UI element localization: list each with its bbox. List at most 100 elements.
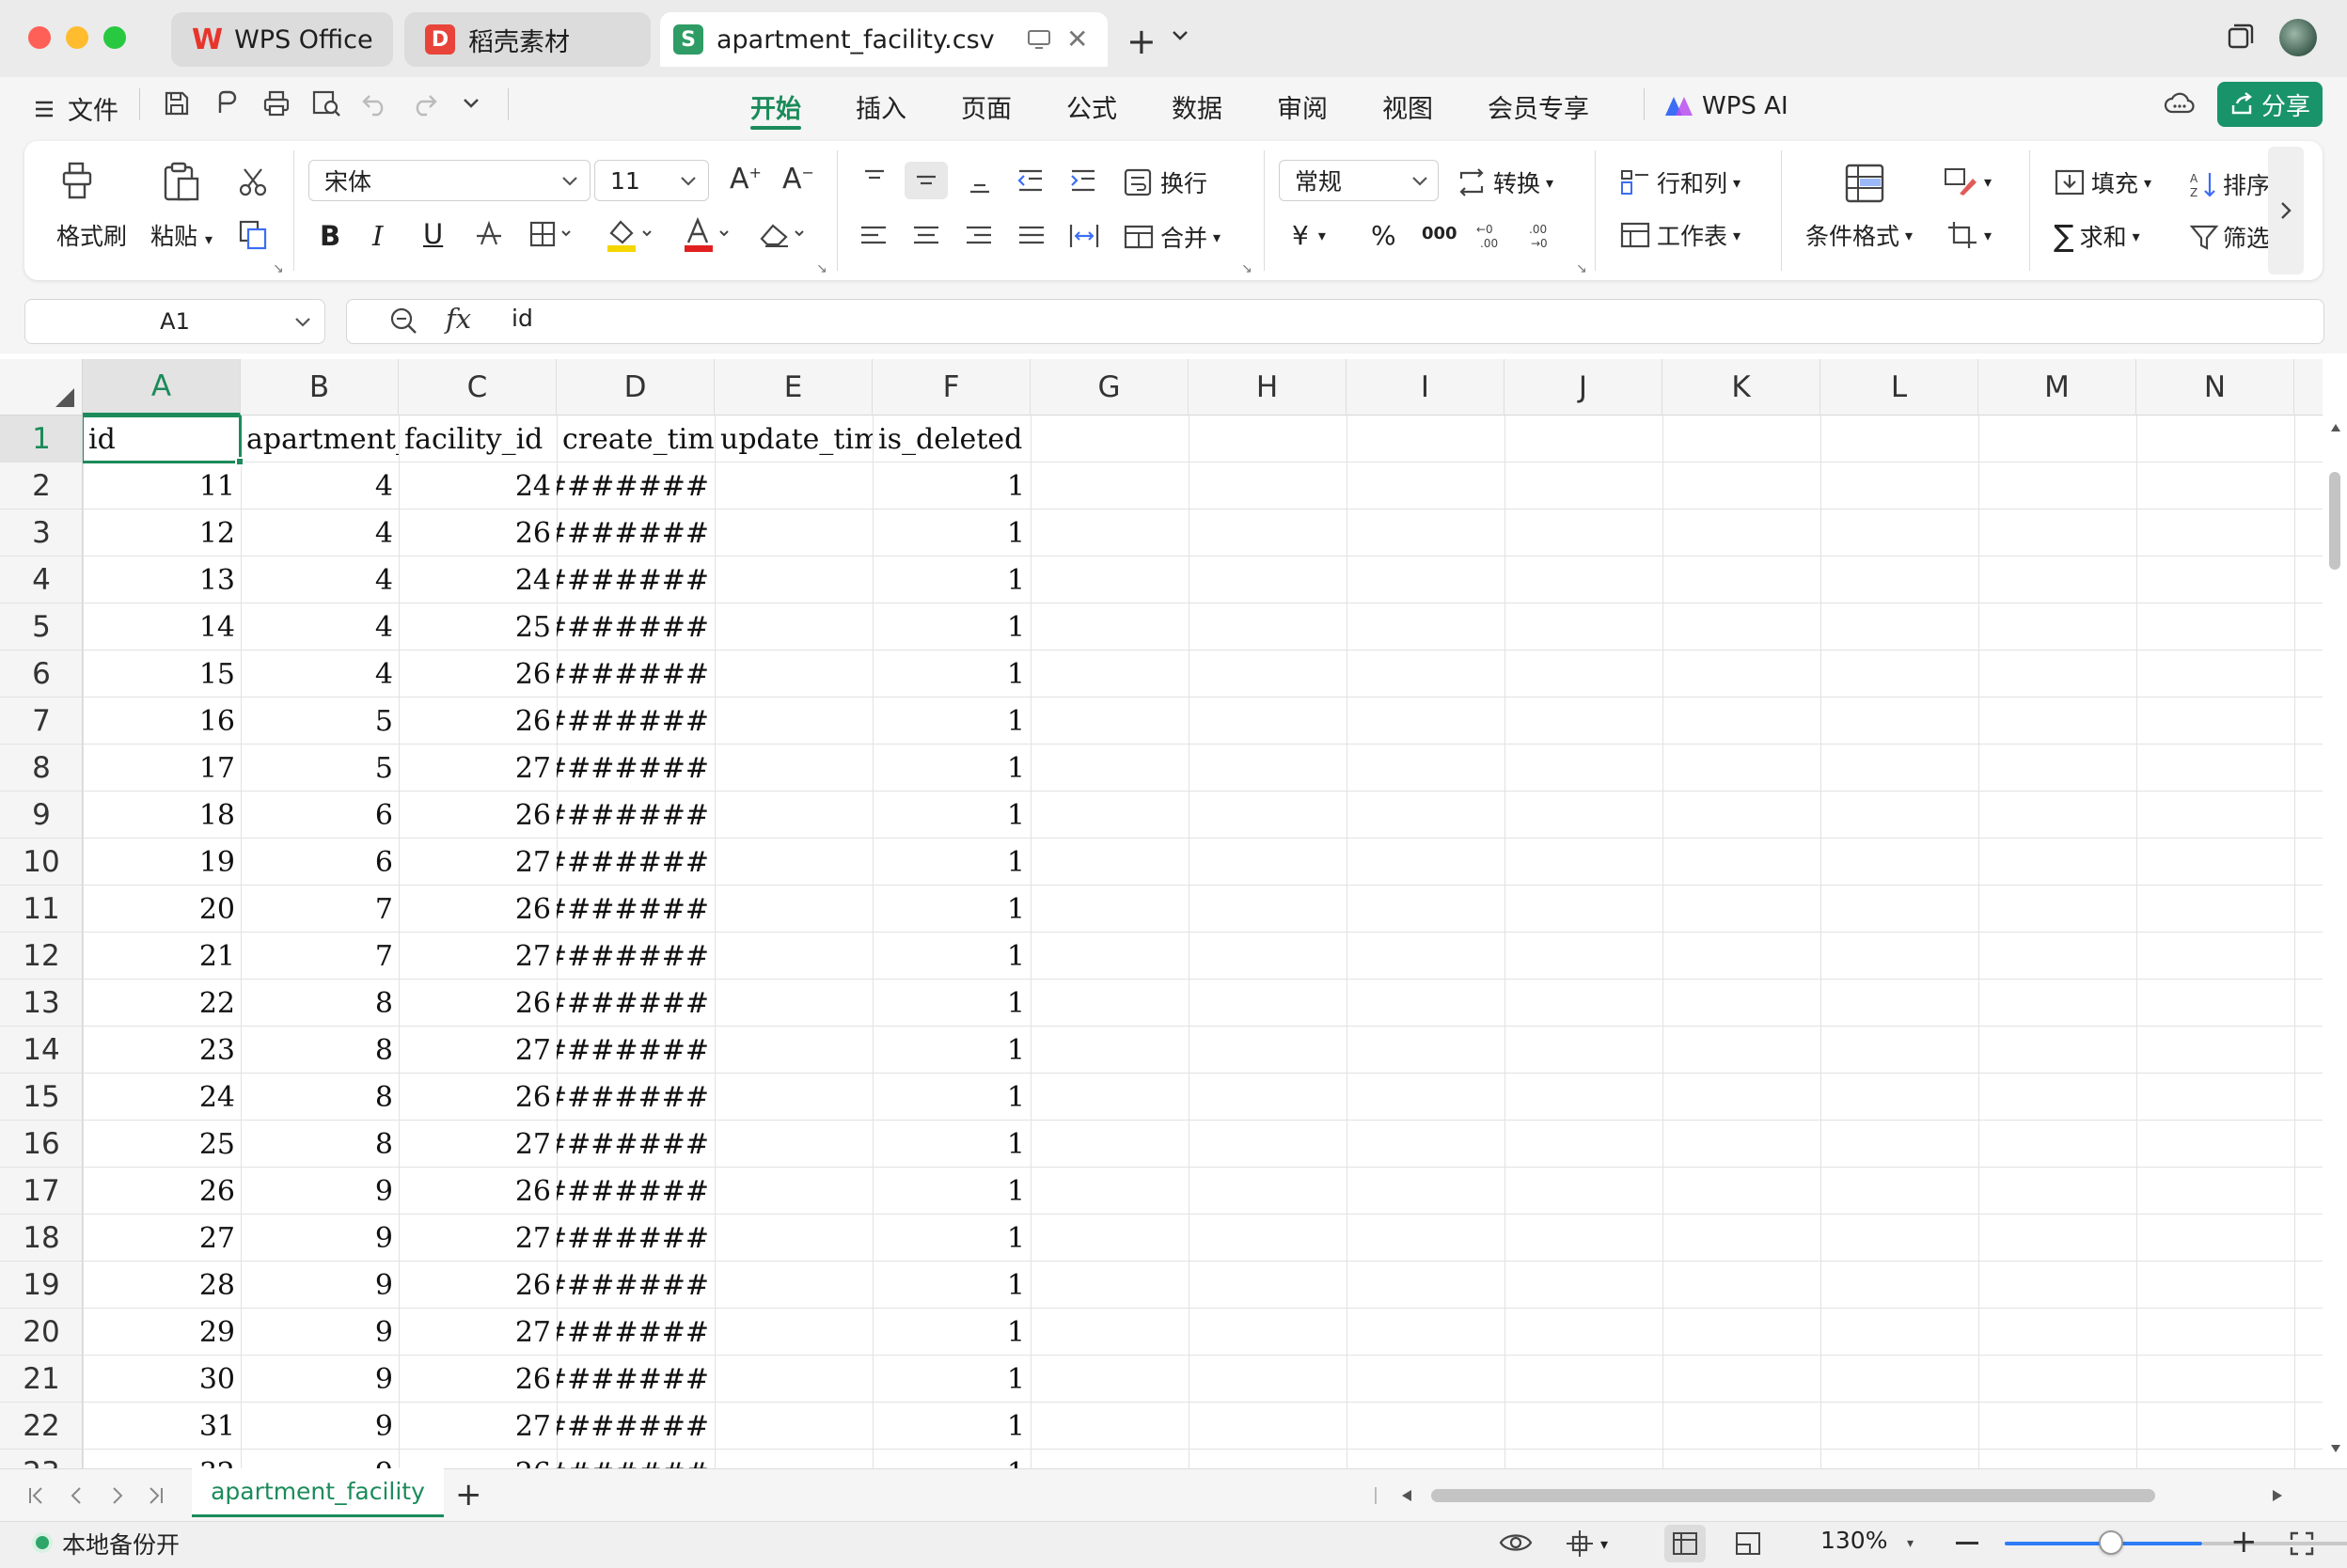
font-dialog-launcher-icon[interactable]: ↘ <box>816 261 827 276</box>
tab-data[interactable]: 数据 <box>1172 85 1222 128</box>
print-icon[interactable] <box>261 88 291 118</box>
header-cell-c[interactable]: facility_id <box>399 416 557 463</box>
number-dialog-launcher-icon[interactable]: ↘ <box>1576 261 1587 276</box>
file-menu-button[interactable]: 文件 <box>34 90 118 127</box>
row-header-3[interactable]: 3 <box>0 510 82 557</box>
convert-button[interactable]: 转换 ▾ <box>1456 165 1553 199</box>
cell-b21[interactable]: 9 <box>241 1356 399 1403</box>
row-header-2[interactable]: 2 <box>0 463 82 510</box>
format-painter-icon[interactable] <box>56 160 98 203</box>
cell-a10[interactable]: 19 <box>83 839 241 886</box>
undo-icon[interactable] <box>361 90 389 117</box>
cell-b22[interactable]: 9 <box>241 1403 399 1450</box>
formula-content[interactable]: id <box>512 305 533 332</box>
cell-c16[interactable]: 27 <box>399 1121 557 1168</box>
cell-f20[interactable]: 1 <box>873 1309 1031 1356</box>
row-header-16[interactable]: 16 <box>0 1121 82 1168</box>
tab-page[interactable]: 页面 <box>961 85 1012 128</box>
print-preview-icon[interactable] <box>310 88 342 118</box>
local-backup-status[interactable]: 本地备份开 <box>62 1527 180 1560</box>
cell-d22[interactable]: ####### <box>557 1403 715 1450</box>
quick-access-chevron-down-icon[interactable] <box>463 98 480 109</box>
row-header-1[interactable]: 1 <box>0 416 82 463</box>
underline-button[interactable]: U <box>423 218 443 250</box>
header-cell-f[interactable]: is_deleted <box>873 416 1031 463</box>
cell-d16[interactable]: ####### <box>557 1121 715 1168</box>
cell-b9[interactable]: 6 <box>241 792 399 839</box>
tab-view[interactable]: 视图 <box>1382 85 1433 128</box>
crop-table-button[interactable]: ▾ <box>1946 220 1992 250</box>
insert-function-fx-button[interactable]: fx <box>446 303 471 335</box>
cell-f3[interactable]: 1 <box>873 510 1031 557</box>
cell-b8[interactable]: 5 <box>241 745 399 792</box>
cell-a20[interactable]: 29 <box>83 1309 241 1356</box>
cell-c17[interactable]: 26 <box>399 1168 557 1215</box>
column-header-e[interactable]: E <box>715 359 873 416</box>
cell-a18[interactable]: 27 <box>83 1215 241 1262</box>
cell-f5[interactable]: 1 <box>873 604 1031 651</box>
cell-b14[interactable]: 8 <box>241 1027 399 1074</box>
cell-b12[interactable]: 7 <box>241 933 399 980</box>
sort-button[interactable]: AZ 排序 <box>2189 165 2268 203</box>
row-header-20[interactable]: 20 <box>0 1309 82 1356</box>
bold-button[interactable]: B <box>320 220 340 252</box>
row-header-17[interactable]: 17 <box>0 1168 82 1215</box>
column-header-m[interactable]: M <box>1978 359 2136 416</box>
cell-d5[interactable]: ####### <box>557 604 715 651</box>
cell-f11[interactable]: 1 <box>873 886 1031 933</box>
cell-a8[interactable]: 17 <box>83 745 241 792</box>
zoom-formula-icon[interactable] <box>387 305 419 337</box>
zoom-slider-handle[interactable] <box>2099 1530 2123 1555</box>
cell-c23[interactable]: 26 <box>399 1450 557 1469</box>
tab-wps-office[interactable]: W WPS Office <box>171 12 393 67</box>
vertical-scroll-thumb[interactable] <box>2329 472 2340 570</box>
cell-a7[interactable]: 16 <box>83 698 241 745</box>
strikethrough-icon[interactable] <box>474 220 504 248</box>
decrease-font-size-icon[interactable]: A− <box>782 165 814 194</box>
maximize-window-button[interactable] <box>103 26 126 49</box>
header-cell-e[interactable]: update_tim <box>715 416 873 463</box>
cell-c13[interactable]: 26 <box>399 980 557 1027</box>
cell-f13[interactable]: 1 <box>873 980 1031 1027</box>
cell-b2[interactable]: 4 <box>241 463 399 510</box>
cell-b11[interactable]: 7 <box>241 886 399 933</box>
cell-a15[interactable]: 24 <box>83 1074 241 1121</box>
cell-d12[interactable]: ####### <box>557 933 715 980</box>
cell-a21[interactable]: 30 <box>83 1356 241 1403</box>
cell-d3[interactable]: ####### <box>557 510 715 557</box>
close-window-button[interactable] <box>28 26 51 49</box>
cell-a12[interactable]: 21 <box>83 933 241 980</box>
cell-f17[interactable]: 1 <box>873 1168 1031 1215</box>
export-pdf-icon[interactable] <box>213 88 243 118</box>
cell-c9[interactable]: 26 <box>399 792 557 839</box>
column-header-a[interactable]: A <box>83 359 241 416</box>
justify-icon[interactable] <box>1017 224 1046 250</box>
hscroll-splitter[interactable] <box>1375 1487 1377 1504</box>
row-header-15[interactable]: 15 <box>0 1074 82 1121</box>
cell-grid[interactable]: id apartment_ facility_id create_time update… <box>83 416 2323 1468</box>
formula-input-box[interactable] <box>346 299 2324 344</box>
row-header-7[interactable]: 7 <box>0 698 82 745</box>
row-header-12[interactable]: 12 <box>0 933 82 980</box>
row-header-4[interactable]: 4 <box>0 557 82 604</box>
cell-b15[interactable]: 8 <box>241 1074 399 1121</box>
cell-c19[interactable]: 26 <box>399 1262 557 1309</box>
eye-protection-icon[interactable] <box>1499 1530 1533 1555</box>
align-right-icon[interactable] <box>965 224 993 250</box>
tab-member[interactable]: 会员专享 <box>1488 85 1589 128</box>
column-header-l[interactable]: L <box>1820 359 1978 416</box>
row-header-6[interactable]: 6 <box>0 651 82 698</box>
decrease-decimal-icon[interactable]: .00 →0 <box>1525 220 1557 250</box>
align-left-icon[interactable] <box>859 224 888 250</box>
cell-d15[interactable]: ####### <box>557 1074 715 1121</box>
zoom-slider-track[interactable] <box>2202 1542 2347 1545</box>
cell-c20[interactable]: 27 <box>399 1309 557 1356</box>
cell-a6[interactable]: 15 <box>83 651 241 698</box>
cell-a17[interactable]: 26 <box>83 1168 241 1215</box>
cell-style-button[interactable]: ▾ <box>1943 165 1992 197</box>
cell-d14[interactable]: ####### <box>557 1027 715 1074</box>
cell-f21[interactable]: 1 <box>873 1356 1031 1403</box>
align-top-icon[interactable] <box>859 167 890 194</box>
cell-a5[interactable]: 14 <box>83 604 241 651</box>
tab-formulas[interactable]: 公式 <box>1066 85 1117 128</box>
